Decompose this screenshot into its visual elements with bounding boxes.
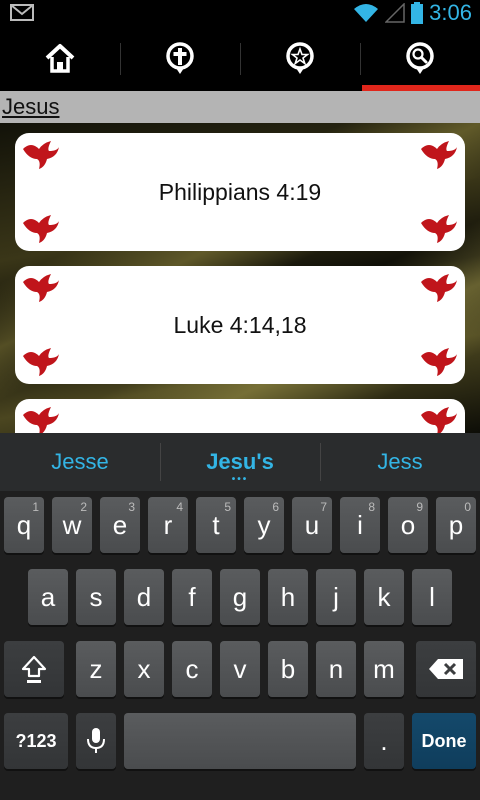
key-label: q [16, 509, 32, 540]
key-q[interactable]: q1 [4, 497, 44, 553]
key-j[interactable]: j [316, 569, 356, 625]
tab-home[interactable] [0, 25, 120, 91]
backspace-key[interactable] [416, 641, 476, 697]
key-label: e [112, 509, 128, 540]
key-n[interactable]: n [316, 641, 356, 697]
status-bar: 3:06 [0, 0, 480, 25]
key-hint: 7 [320, 500, 327, 514]
key-x[interactable]: x [124, 641, 164, 697]
star-icon [286, 42, 314, 74]
key-hint: 5 [224, 500, 231, 514]
key-t[interactable]: t5 [196, 497, 236, 553]
more-dots-icon: ••• [231, 474, 249, 485]
dove-icon [421, 274, 457, 302]
search-input[interactable] [0, 91, 470, 123]
key-hint: 6 [272, 500, 279, 514]
key-m[interactable]: m [364, 641, 404, 697]
shift-key[interactable] [4, 641, 64, 697]
signal-icon [385, 2, 405, 23]
key-d[interactable]: d [124, 569, 164, 625]
key-b[interactable]: b [268, 641, 308, 697]
key-i[interactable]: i8 [340, 497, 380, 553]
key-w[interactable]: w2 [52, 497, 92, 553]
key-o[interactable]: o9 [388, 497, 428, 553]
home-icon [45, 44, 75, 73]
key-hint: 0 [464, 500, 471, 514]
gmail-icon [10, 4, 34, 21]
key-l[interactable]: l [412, 569, 452, 625]
key-hint: 2 [80, 500, 87, 514]
dove-icon [421, 215, 457, 243]
done-key[interactable]: Done [412, 713, 476, 769]
dove-icon [421, 141, 457, 169]
dove-icon [23, 215, 59, 243]
voice-input-key[interactable] [76, 713, 116, 769]
key-label: w [62, 509, 82, 540]
shift-icon [21, 655, 47, 683]
dove-icon [23, 274, 59, 302]
wifi-icon [354, 3, 379, 22]
key-label: i [357, 509, 363, 540]
tab-search[interactable] [360, 25, 480, 91]
result-card[interactable] [15, 399, 465, 433]
key-hint: 8 [368, 500, 375, 514]
key-label: t [212, 509, 220, 540]
dove-icon [23, 141, 59, 169]
key-label: u [304, 509, 320, 540]
microphone-icon [87, 728, 105, 753]
results-list[interactable]: Philippians 4:19 Luke 4:14,18 [0, 123, 480, 433]
result-card[interactable]: Philippians 4:19 [15, 133, 465, 251]
key-label: y [257, 509, 271, 540]
symbols-key[interactable]: ?123 [4, 713, 68, 769]
period-key[interactable]: . [364, 713, 404, 769]
key-label: o [400, 509, 416, 540]
key-e[interactable]: e3 [100, 497, 140, 553]
suggestion-right[interactable]: Jess [320, 433, 480, 491]
cross-icon [166, 42, 194, 74]
key-p[interactable]: p0 [436, 497, 476, 553]
key-u[interactable]: u7 [292, 497, 332, 553]
key-c[interactable]: c [172, 641, 212, 697]
key-hint: 1 [32, 500, 39, 514]
backspace-icon [429, 659, 463, 679]
result-card[interactable]: Luke 4:14,18 [15, 266, 465, 384]
dove-icon [421, 348, 457, 376]
soft-keyboard: Jesse Jesu's ••• Jess q1 w2 e3 r4 t5 y6 … [0, 433, 480, 800]
clock: 3:06 [429, 0, 472, 25]
dove-icon [421, 407, 457, 433]
tab-favorites[interactable] [240, 25, 360, 91]
space-key[interactable] [124, 713, 356, 769]
key-r[interactable]: r4 [148, 497, 188, 553]
key-label: p [448, 509, 464, 540]
suggestion-strip: Jesse Jesu's ••• Jess [0, 433, 480, 491]
suggestion-primary-label: Jesu's [206, 449, 274, 474]
key-s[interactable]: s [76, 569, 116, 625]
suggestion-left[interactable]: Jesse [0, 433, 160, 491]
key-hint: 9 [416, 500, 423, 514]
verse-reference: Philippians 4:19 [158, 178, 322, 205]
tab-cross[interactable] [120, 25, 240, 91]
key-hint: 3 [128, 500, 135, 514]
tab-bar [0, 25, 480, 91]
key-a[interactable]: a [28, 569, 68, 625]
key-y[interactable]: y6 [244, 497, 284, 553]
key-z[interactable]: z [76, 641, 116, 697]
search-bar [0, 91, 480, 123]
key-h[interactable]: h [268, 569, 308, 625]
dove-icon [23, 407, 59, 433]
key-f[interactable]: f [172, 569, 212, 625]
search-icon [406, 42, 434, 74]
key-v[interactable]: v [220, 641, 260, 697]
key-k[interactable]: k [364, 569, 404, 625]
key-label: r [163, 509, 173, 540]
key-g[interactable]: g [220, 569, 260, 625]
battery-icon [411, 1, 424, 24]
dove-icon [23, 348, 59, 376]
verse-reference: Luke 4:14,18 [173, 311, 307, 338]
suggestion-primary[interactable]: Jesu's ••• [160, 433, 320, 491]
key-hint: 4 [176, 500, 183, 514]
